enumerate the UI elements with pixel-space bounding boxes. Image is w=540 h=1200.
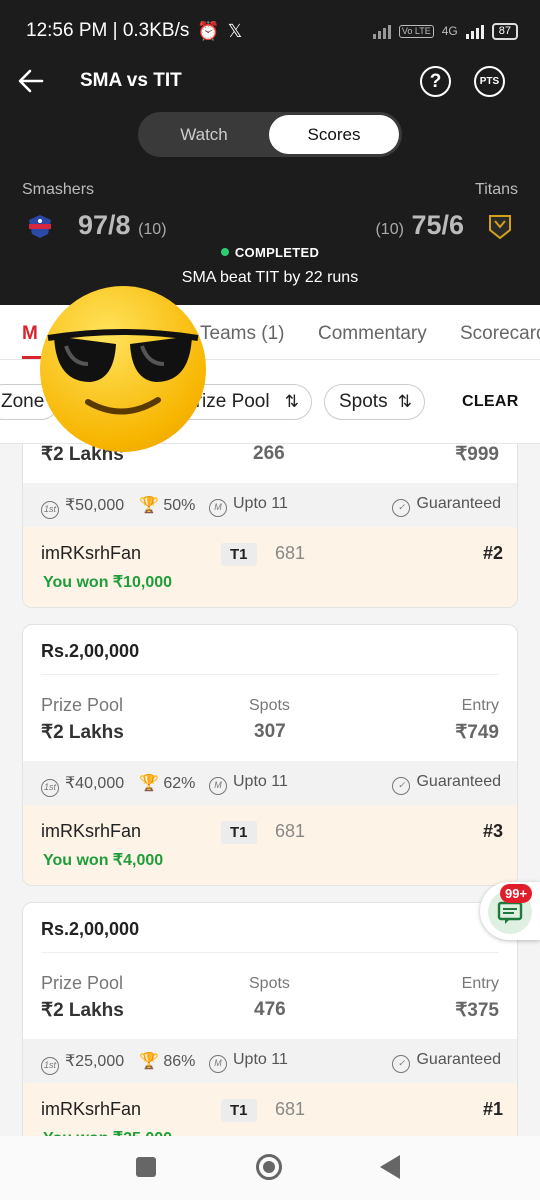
tab-commentary[interactable]: Commentary	[318, 323, 427, 345]
entry-fee: ₹749	[455, 722, 499, 743]
check-icon: ✓	[392, 1055, 411, 1073]
signal-icon	[372, 23, 391, 39]
team-points: 681	[275, 821, 306, 841]
user-team-row[interactable]: imRKsrhFan You won ₹4,000 T1 681 #3	[23, 805, 517, 885]
contest-card[interactable]: ₹2 Lakhs 266 ₹999 1st ₹50,000 🏆 50% M Upto…	[22, 444, 518, 608]
sort-icon: ⇅	[284, 392, 299, 411]
team-points: 681	[275, 1099, 306, 1119]
username: imRKsrhFan	[41, 1099, 142, 1119]
entry-label: Entry	[461, 697, 499, 714]
back-arrow-icon[interactable]	[16, 66, 46, 96]
first-prize-icon: 1st	[41, 1057, 59, 1075]
filter-chip-spots[interactable]: Spots ⇅	[324, 384, 425, 420]
team-rank: #3	[482, 821, 503, 841]
win-percent: 62%	[163, 775, 196, 792]
first-prize-icon: 1st	[41, 779, 59, 797]
status-speed: 0.3KB/s	[122, 20, 190, 41]
alarm-icon: ⏰	[197, 20, 220, 41]
team-badge: T1	[221, 543, 257, 566]
contest-list: ₹2 Lakhs 266 ₹999 1st ₹50,000 🏆 50% M Upto…	[0, 444, 540, 1136]
signal-icon-2	[465, 23, 484, 39]
winnings: You won ₹4,000	[43, 852, 164, 869]
smashers-logo-icon	[29, 215, 51, 238]
status-dot-icon	[220, 248, 229, 256]
page-title: SMA vs TIT	[80, 70, 182, 91]
team1-name: Smashers	[22, 181, 95, 198]
spots-value: 266	[253, 444, 285, 464]
match-result: SMA beat TIT by 22 runs	[181, 269, 359, 286]
tab-watch[interactable]: Watch	[144, 115, 264, 154]
username: imRKsrhFan	[41, 821, 142, 841]
team-rank: #1	[482, 1099, 503, 1119]
match-header: 12:56 PM | 0.3KB/s ⏰ 𝕏 Vo LTE 4G 87 SMA …	[0, 0, 540, 305]
titans-logo-icon	[489, 215, 511, 240]
prize-pool-value: ₹2 Lakhs	[41, 1000, 124, 1021]
status-time: 12:56 PM	[26, 20, 108, 41]
spots-label: Spots	[249, 697, 290, 714]
contest-card[interactable]: Rs.2,00,000 Prize Pool ₹2 Lakhs Spots 47…	[22, 902, 518, 1136]
user-team-row[interactable]: imRKsrhFan You won ₹25,000 T1 681 #1	[23, 1083, 517, 1136]
team1-score: 97/8 (10)	[78, 210, 167, 240]
tab-my-teams[interactable]: Teams (1)	[200, 323, 284, 345]
user-team-row[interactable]: imRKsrhFan You won ₹10,000 T1 681 #2	[23, 527, 517, 607]
contest-info-strip: 1st ₹40,000 🏆 62% M Upto 11 ✓ Guaranteed	[23, 761, 517, 805]
back-icon[interactable]	[380, 1155, 400, 1179]
prize-pool-value: ₹2 Lakhs	[41, 722, 124, 743]
contest-info-strip: 1st ₹50,000 🏆 50% M Upto 11 ✓ Guaranteed	[23, 483, 517, 527]
team2-score: (10) 75/6	[375, 210, 464, 240]
system-nav-bar	[0, 1136, 540, 1200]
win-percent: 50%	[163, 497, 196, 514]
max-teams-icon: M	[209, 499, 227, 517]
check-icon: ✓	[392, 499, 411, 517]
recents-icon[interactable]	[136, 1157, 156, 1177]
team2-name: Titans	[475, 181, 518, 198]
spots-label: Spots	[249, 975, 290, 992]
notification-badge: 99+	[500, 884, 533, 903]
contest-card[interactable]: Rs.2,00,000 Prize Pool ₹2 Lakhs Spots 30…	[22, 624, 518, 886]
status-bar: 12:56 PM | 0.3KB/s ⏰ 𝕏 Vo LTE 4G 87	[26, 16, 518, 46]
first-prize-icon: 1st	[41, 501, 59, 519]
winnings: You won ₹10,000	[43, 574, 173, 591]
prize-pool-label: Prize Pool	[41, 973, 124, 993]
volte-icon: Vo LTE	[398, 24, 434, 38]
max-teams-icon: M	[209, 777, 227, 795]
winnings: You won ₹25,000	[43, 1128, 172, 1136]
match-status: COMPLETED	[0, 245, 540, 260]
entry-fee: ₹375	[455, 1000, 499, 1021]
battery-icon: 87	[491, 22, 518, 40]
team1-overs: (10)	[138, 221, 167, 238]
network-label: 4G	[441, 24, 458, 38]
team-points: 681	[275, 543, 306, 563]
sunglasses-emoji-sticker	[40, 286, 206, 452]
entry-label: Entry	[461, 975, 499, 992]
team-badge: T1	[221, 821, 257, 844]
contest-info-strip: 1st ₹25,000 🏆 86% M Upto 11 ✓ Guaranteed	[23, 1039, 517, 1083]
x-app-icon: 𝕏	[227, 20, 243, 41]
check-icon: ✓	[392, 777, 411, 795]
tab-my-contests[interactable]: M	[22, 323, 38, 345]
team-rank: #2	[482, 543, 503, 563]
max-teams-icon: M	[209, 1055, 227, 1073]
spots-value: 307	[254, 721, 286, 742]
win-percent: 86%	[163, 1053, 196, 1070]
home-icon[interactable]	[256, 1154, 282, 1180]
contest-title: Rs.2,00,000	[41, 641, 140, 661]
tab-scores[interactable]: Scores	[269, 115, 399, 154]
prize-pool-label: Prize Pool	[41, 695, 124, 715]
watch-scores-toggle: Watch Scores	[138, 112, 402, 157]
team2-overs: (10)	[375, 221, 404, 238]
team-badge: T1	[221, 1099, 257, 1122]
points-button[interactable]: PTS	[474, 65, 505, 97]
help-icon[interactable]: ?	[420, 65, 451, 97]
clear-filters-button[interactable]: CLEAR	[462, 393, 519, 411]
contest-title: Rs.2,00,000	[41, 919, 140, 939]
entry-fee: ₹999	[455, 444, 499, 465]
sunglasses-icon	[47, 329, 199, 415]
spots-value: 476	[254, 999, 286, 1020]
sort-icon: ⇅	[397, 392, 412, 411]
tab-scorecard[interactable]: Scorecard	[460, 323, 540, 345]
username: imRKsrhFan	[41, 543, 142, 563]
